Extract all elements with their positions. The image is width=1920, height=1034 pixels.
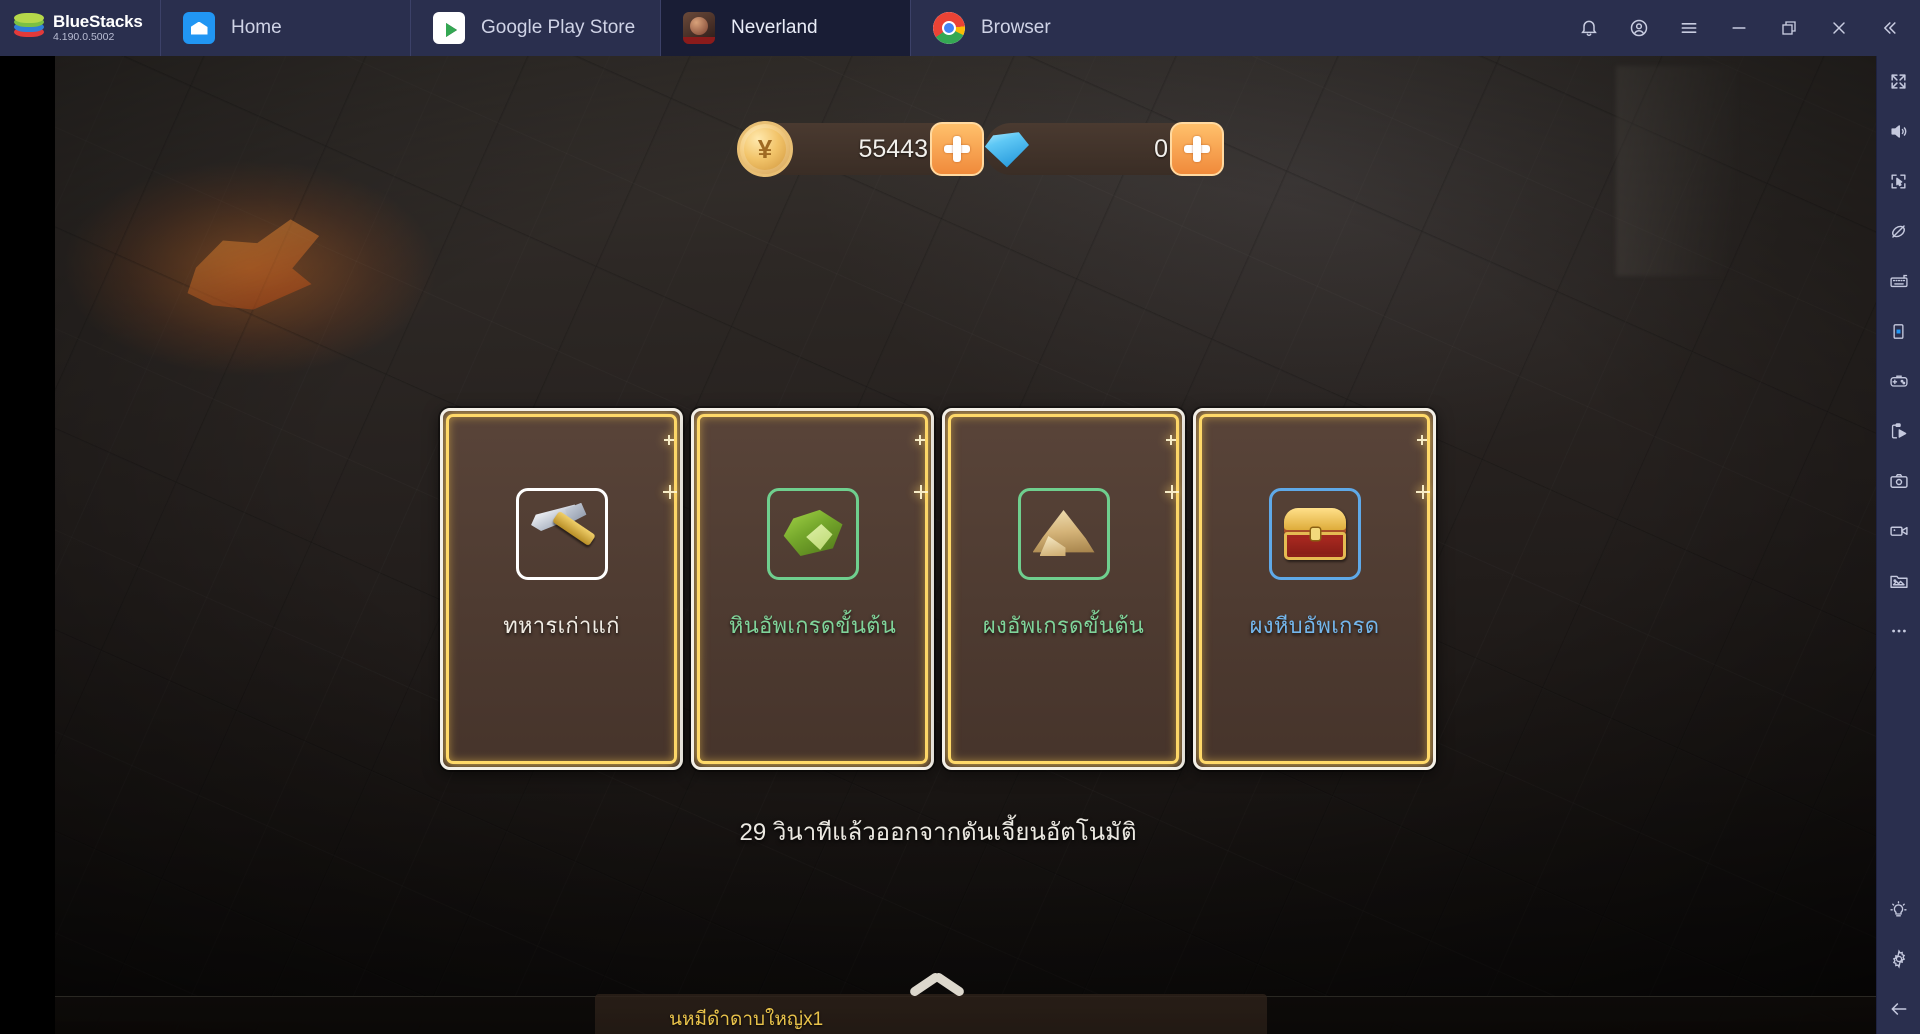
sparkle-icon <box>664 435 674 445</box>
reward-card[interactable]: ทหารเก่าแก่ <box>440 408 683 770</box>
chrome-icon <box>933 12 965 44</box>
tab-home[interactable]: Home <box>160 0 410 56</box>
auto-exit-countdown: 29 วินาทีแล้วออกจากดันเจี้ยนอัตโนมัติ <box>739 819 1137 846</box>
chat-line: นหมีดำดาบใหญ่x1 <box>669 1009 824 1030</box>
tab-browser[interactable]: Browser <box>910 0 1160 56</box>
gold-coin-icon: ¥ <box>737 121 793 177</box>
notifications-button[interactable] <box>1564 0 1614 56</box>
gem-currency: 0 <box>985 122 1224 176</box>
collapse-sidebar-button[interactable] <box>1864 0 1914 56</box>
tab-label: Home <box>231 17 282 38</box>
minimize-button[interactable] <box>1714 0 1764 56</box>
media-manager-button[interactable] <box>1877 556 1920 606</box>
sparkle-icon <box>663 485 677 499</box>
close-button[interactable] <box>1814 0 1864 56</box>
restore-button[interactable] <box>1764 0 1814 56</box>
currency-bar: ¥ 55443 0 <box>737 121 1224 177</box>
bluestacks-window: BlueStacks 4.190.0.5002 Home Google Play… <box>0 0 1920 1034</box>
item-icon-frame <box>1017 488 1110 580</box>
reward-card-label: ทหารเก่าแก่ <box>503 613 620 638</box>
device-view-button[interactable] <box>1877 306 1920 356</box>
reward-card[interactable]: ผงหีบอัพเกรด <box>1193 408 1436 770</box>
brand-name: BlueStacks <box>53 11 143 31</box>
play-store-icon <box>433 12 465 44</box>
add-gold-button[interactable] <box>930 122 984 176</box>
tab-label: Google Play Store <box>481 17 636 38</box>
treasure-chest-icon <box>1279 498 1351 570</box>
bluestacks-brand: BlueStacks 4.190.0.5002 <box>0 0 160 56</box>
reward-card-row: ทหารเก่าแก่ หินอัพเกรดขั้นต้น ผงอัพเกรดข… <box>440 408 1436 770</box>
add-gem-button[interactable] <box>1170 122 1224 176</box>
cursor-mode-button[interactable] <box>1877 156 1920 206</box>
gold-currency: ¥ 55443 <box>737 121 984 177</box>
tab-label: Browser <box>981 17 1051 38</box>
sparkle-icon <box>915 435 925 445</box>
sparkle-icon <box>1417 435 1427 445</box>
reward-card-label: หินอัพเกรดขั้นต้น <box>728 613 897 638</box>
bluestacks-logo-icon <box>14 13 44 43</box>
green-stone-icon <box>777 498 849 570</box>
chevron-up-icon[interactable] <box>908 966 968 998</box>
bluestacks-sidebar <box>1876 56 1920 1034</box>
account-button[interactable] <box>1614 0 1664 56</box>
sparkle-icon <box>1166 435 1176 445</box>
tab-strip: Home Google Play Store Neverland Browser <box>160 0 1160 56</box>
gold-value: 55443 <box>858 134 928 163</box>
settings-button[interactable] <box>1877 934 1920 984</box>
tab-label: Neverland <box>731 17 818 38</box>
item-icon-frame <box>515 488 608 580</box>
window-controls <box>1564 0 1920 56</box>
reward-card[interactable]: หินอัพเกรดขั้นต้น <box>691 408 934 770</box>
keymapping-button[interactable] <box>1877 256 1920 306</box>
blue-gem-icon <box>981 125 1031 175</box>
sparkle-icon <box>1416 485 1430 499</box>
item-icon-frame <box>1268 488 1361 580</box>
eco-mode-button[interactable] <box>1877 884 1920 934</box>
title-bar: BlueStacks 4.190.0.5002 Home Google Play… <box>0 0 1920 56</box>
home-icon <box>183 12 215 44</box>
back-button[interactable] <box>1877 984 1920 1034</box>
reward-card-label: ผงอัพเกรดขั้นต้น <box>982 613 1145 638</box>
sparkle-icon <box>1165 485 1179 499</box>
macro-button[interactable] <box>1877 406 1920 456</box>
record-button[interactable] <box>1877 506 1920 556</box>
volume-button[interactable] <box>1877 106 1920 156</box>
sword-hammer-icon <box>526 498 598 570</box>
fullscreen-button[interactable] <box>1877 56 1920 106</box>
menu-button[interactable] <box>1664 0 1714 56</box>
chat-panel[interactable]: นหมีดำดาบใหญ่x1 [ระบบ]ยินดีด้วยEarth×หล่… <box>595 994 1267 1034</box>
sparkle-icon <box>914 485 928 499</box>
tab-neverland[interactable]: Neverland <box>660 0 910 56</box>
gamepad-button[interactable] <box>1877 356 1920 406</box>
sand-powder-icon <box>1028 498 1100 570</box>
neverland-icon <box>683 12 715 44</box>
reward-card-label: ผงหีบอัพเกรด <box>1249 613 1380 638</box>
more-options-button[interactable] <box>1877 606 1920 656</box>
brand-version: 4.190.0.5002 <box>53 31 115 44</box>
screenshot-button[interactable] <box>1877 456 1920 506</box>
rotate-lock-button[interactable] <box>1877 206 1920 256</box>
item-icon-frame <box>766 488 859 580</box>
tab-google-play-store[interactable]: Google Play Store <box>410 0 660 56</box>
game-viewport[interactable]: ¥ 55443 0 ทหารเก่าแก่ หินอัพเกรดขั้นต้น … <box>0 56 1876 1034</box>
reward-card[interactable]: ผงอัพเกรดขั้นต้น <box>942 408 1185 770</box>
